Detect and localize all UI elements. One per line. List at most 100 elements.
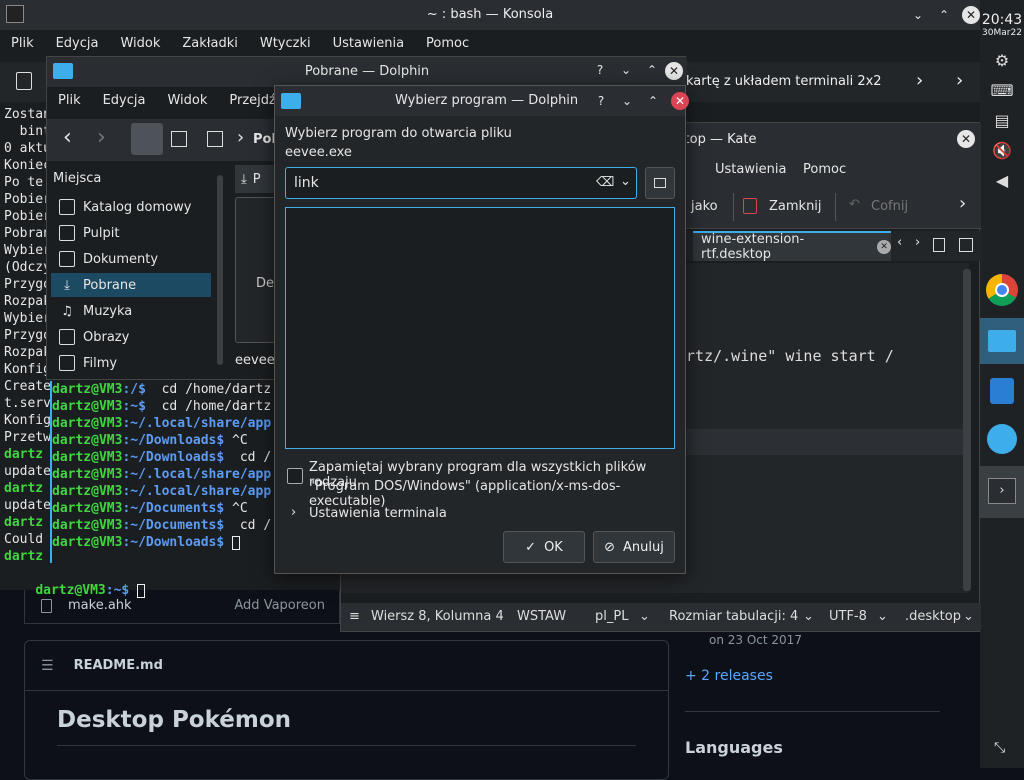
konsole-bottom-prompt[interactable]: dartz@VM3:~$	[4, 565, 146, 598]
encoding[interactable]: UTF-8	[829, 603, 867, 631]
split-view-icon[interactable]	[959, 238, 973, 252]
menu-item[interactable]: Edycja	[56, 36, 99, 51]
chevron-down-icon[interactable]: ⌄	[639, 603, 650, 631]
menu-item[interactable]: Plik	[11, 36, 34, 51]
clock-date[interactable]: 30Mar22	[980, 28, 1024, 38]
menu-item[interactable]: Ustawienia	[333, 36, 404, 51]
tab-document[interactable]: wine-extension-rtf.desktop ✕	[693, 231, 891, 262]
clear-icon[interactable]: ⌫	[596, 175, 614, 190]
icons-view-icon[interactable]	[131, 123, 163, 155]
sidebar-item-desktop[interactable]: Pulpit	[51, 221, 211, 245]
menu-item[interactable]: Pomoc	[803, 162, 846, 177]
help-icon[interactable]: ?	[593, 93, 609, 109]
tab-width[interactable]: Rozmiar tabulacji: 4	[669, 603, 798, 631]
konsole-task-icon[interactable]: ›	[980, 466, 1024, 518]
file-type[interactable]: .desktop	[905, 603, 961, 631]
readme-label[interactable]: README.md	[74, 658, 163, 673]
undo-button[interactable]: Cofnij	[871, 199, 908, 214]
clipboard-icon[interactable]: ▤	[988, 106, 1016, 134]
remember-label-line2[interactable]: "Program DOS/Windows" (application/x-ms-…	[309, 479, 685, 509]
list-icon[interactable]: ☰	[41, 658, 54, 674]
menu-item[interactable]: Pomoc	[426, 36, 469, 51]
chevron-down-icon[interactable]: ⌄	[619, 93, 635, 109]
file-item[interactable]: Des	[235, 197, 281, 343]
chevron-right-icon[interactable]: ›	[291, 505, 296, 520]
terminal-settings-toggle[interactable]: Ustawienia terminala	[309, 506, 447, 521]
program-tree[interactable]	[285, 207, 675, 449]
close-icon[interactable]: ✕	[957, 130, 975, 148]
sidebar-item-home[interactable]: Katalog domowy	[51, 195, 211, 219]
search-input[interactable]: link	[294, 175, 319, 191]
ok-button[interactable]: ✓ OK	[503, 531, 585, 563]
chevron-down-icon[interactable]: ⌄	[803, 603, 814, 631]
chevron-up-icon[interactable]: ⌃	[645, 93, 661, 109]
sidebar-item-pictures[interactable]: Obrazy	[51, 325, 211, 349]
chevron-up-icon[interactable]: ⌃	[936, 7, 952, 23]
chevron-down-icon[interactable]: ⌄	[877, 603, 888, 631]
close-tab-icon[interactable]: ✕	[877, 240, 891, 254]
chevron-down-icon[interactable]: ⌄	[620, 174, 631, 189]
keyboard-icon[interactable]: ⌨	[988, 76, 1016, 104]
chevron-right-icon[interactable]: ›	[237, 127, 244, 148]
chevron-left-icon[interactable]: ‹	[897, 235, 902, 250]
chevron-up-icon[interactable]: ⌃	[644, 62, 660, 78]
volume-muted-icon[interactable]: 🔇	[988, 136, 1016, 164]
menu-item[interactable]: Wtyczki	[260, 36, 311, 51]
remember-checkbox[interactable]	[287, 468, 303, 484]
menu-item[interactable]: Zakładki	[182, 36, 237, 51]
browse-button[interactable]	[645, 167, 675, 199]
file-name[interactable]: eevee.	[235, 353, 279, 368]
dolphin-task-icon[interactable]	[980, 318, 1024, 364]
terminal-split-pane[interactable]: dartz@VM3:/$ cd /home/dartz dartz@VM3:~$…	[50, 381, 276, 563]
tab-label[interactable]: kartę z układem terminali 2x2	[686, 74, 882, 89]
dolphin-tab[interactable]: ⤓ P	[235, 165, 279, 193]
resize-arrows-icon[interactable]: ⤡	[994, 740, 1005, 756]
cancel-button[interactable]: ⊘ Anuluj	[593, 531, 675, 563]
forward-icon[interactable]: ›	[97, 125, 106, 150]
chrome-icon[interactable]	[986, 274, 1018, 306]
new-tab-icon[interactable]	[16, 72, 32, 90]
sidebar-toggle-icon[interactable]: ≡	[349, 603, 360, 631]
expand-arrow-icon[interactable]: ◀	[988, 166, 1016, 194]
menu-item[interactable]: Przejdź	[229, 93, 275, 108]
sidebar-item-downloads[interactable]: ⤓ Pobrane	[51, 273, 211, 297]
menu-item[interactable]: Ustawienia	[715, 162, 786, 177]
chevron-right-icon[interactable]: ›	[956, 70, 963, 91]
sidebar-item-music[interactable]: ♫ Muzyka	[51, 299, 211, 323]
releases-link[interactable]: + 2 releases	[685, 668, 773, 684]
sidebar-item-videos[interactable]: Filmy	[51, 351, 211, 375]
close-doc-icon[interactable]	[743, 198, 757, 214]
close-icon[interactable]: ✕	[962, 6, 980, 24]
close-doc-button[interactable]: Zamknij	[769, 199, 822, 214]
details-view-icon[interactable]	[171, 131, 187, 147]
cursor-position[interactable]: Wiersz 8, Kolumna 4	[371, 603, 504, 631]
chevron-down-icon[interactable]: ⌄	[910, 7, 926, 23]
menu-item[interactable]: Widok	[167, 93, 207, 108]
program-search-field[interactable]: link ⌫ ⌄	[285, 167, 637, 199]
kdeconnect-icon[interactable]	[987, 424, 1017, 454]
spell-lang[interactable]: pl_PL	[595, 603, 628, 631]
sidebar-item-documents[interactable]: Dokumenty	[51, 247, 211, 271]
close-icon[interactable]: ✕	[671, 92, 689, 110]
network-icon[interactable]: ⚙	[988, 46, 1016, 74]
menu-item[interactable]: Plik	[58, 93, 81, 108]
back-icon[interactable]: ‹	[63, 125, 72, 150]
chevron-right-icon[interactable]: ›	[959, 193, 966, 214]
help-icon[interactable]: ?	[592, 62, 608, 78]
chevron-right-icon[interactable]: ›	[916, 70, 923, 91]
input-mode[interactable]: WSTAW	[517, 603, 566, 631]
tree-view-icon[interactable]	[207, 131, 223, 147]
store-icon[interactable]	[990, 378, 1014, 404]
chevron-down-icon[interactable]: ⌄	[963, 603, 974, 631]
menu-item[interactable]: Widok	[120, 36, 160, 51]
commit-message[interactable]: Add Vaporeon	[234, 598, 325, 613]
clock-time[interactable]: 20:43	[980, 12, 1024, 28]
chevron-down-icon[interactable]: ⌄	[618, 62, 634, 78]
places-scrollbar[interactable]	[217, 175, 223, 365]
chevron-right-icon[interactable]: ›	[915, 235, 920, 250]
kate-scrollbar[interactable]	[963, 269, 971, 591]
undo-icon[interactable]: ↶	[849, 197, 860, 212]
save-as-label[interactable]: jako	[691, 199, 718, 214]
file-name[interactable]: make.ahk	[68, 598, 132, 613]
menu-item[interactable]: Edycja	[103, 93, 146, 108]
